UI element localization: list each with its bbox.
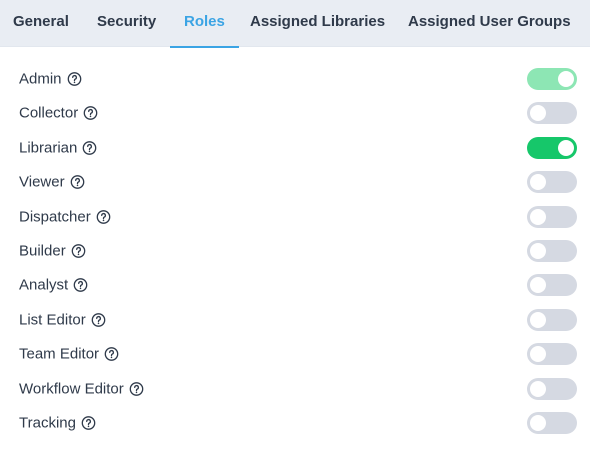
question-circle-icon[interactable]: [91, 312, 106, 327]
role-toggle-librarian[interactable]: [527, 136, 577, 159]
tab-label: Assigned Libraries: [250, 13, 386, 30]
tab-security[interactable]: Security: [97, 0, 156, 47]
role-name: Collector: [19, 104, 79, 122]
role-toggle-tracking[interactable]: [527, 412, 577, 434]
tab-label: Roles: [184, 13, 225, 30]
question-circle-icon[interactable]: [96, 209, 111, 224]
role-name: Dispatcher: [19, 208, 91, 226]
tab-general[interactable]: General: [13, 0, 69, 47]
role-row-collector: Collector: [0, 98, 590, 128]
toggle-knob: [530, 346, 546, 363]
role-name: Admin: [19, 70, 62, 88]
tab-label: Security: [97, 13, 157, 30]
role-row-librarian: Librarian: [0, 133, 590, 163]
toggle-knob: [530, 105, 546, 122]
role-name: Viewer: [19, 173, 65, 191]
role-name: Workflow Editor: [19, 380, 124, 398]
role-row-workflow-editor: Workflow Editor: [0, 374, 590, 404]
role-name: Tracking: [19, 414, 76, 432]
role-label-tracking: Tracking: [19, 415, 96, 432]
tab-bar: General Security Roles Assigned Librarie…: [0, 0, 590, 48]
role-label-analyst: Analyst: [19, 277, 88, 294]
role-label-collector: Collector: [19, 105, 98, 122]
role-row-tracking: Tracking: [0, 408, 590, 438]
role-toggle-builder[interactable]: [527, 240, 577, 262]
role-name: Builder: [19, 242, 66, 260]
role-name: Librarian: [19, 139, 78, 157]
question-circle-icon[interactable]: [82, 140, 97, 155]
question-circle-icon[interactable]: [129, 381, 144, 396]
question-circle-icon[interactable]: [83, 106, 98, 121]
role-row-dispatcher: Dispatcher: [0, 202, 590, 232]
tab-assigned-libraries[interactable]: Assigned Libraries: [250, 0, 385, 47]
role-toggle-analyst[interactable]: [527, 274, 577, 297]
role-toggle-dispatcher[interactable]: [527, 205, 577, 228]
role-row-viewer: Viewer: [0, 167, 590, 197]
role-label-workflow-editor: Workflow Editor: [19, 380, 144, 397]
tab-label: General: [13, 13, 69, 30]
role-toggle-list-editor[interactable]: [527, 308, 577, 331]
role-name: List Editor: [19, 311, 86, 329]
role-label-team-editor: Team Editor: [19, 346, 119, 363]
role-row-builder: Builder: [0, 236, 590, 266]
role-label-dispatcher: Dispatcher: [19, 208, 111, 225]
toggle-knob: [558, 139, 574, 156]
role-toggle-team-editor[interactable]: [527, 343, 577, 366]
toggle-knob: [530, 415, 546, 431]
toggle-knob: [530, 208, 546, 225]
role-name: Team Editor: [19, 345, 100, 363]
role-label-admin: Admin: [19, 71, 82, 88]
question-circle-icon[interactable]: [67, 72, 82, 87]
role-toggle-viewer[interactable]: [527, 171, 577, 194]
question-circle-icon[interactable]: [81, 416, 96, 431]
tab-roles[interactable]: Roles: [170, 0, 239, 48]
question-circle-icon[interactable]: [104, 347, 119, 362]
toggle-knob: [530, 243, 546, 259]
role-label-viewer: Viewer: [19, 174, 85, 191]
active-tab-indicator: [170, 46, 239, 48]
role-row-team-editor: Team Editor: [0, 339, 590, 369]
toggle-knob: [530, 277, 546, 294]
tab-assigned-user-groups[interactable]: Assigned User Groups: [408, 0, 571, 47]
role-row-list-editor: List Editor: [0, 305, 590, 335]
role-toggle-collector[interactable]: [527, 102, 577, 125]
toggle-knob: [530, 174, 546, 191]
role-name: Analyst: [19, 276, 69, 294]
question-circle-icon[interactable]: [73, 278, 88, 293]
question-circle-icon[interactable]: [71, 244, 86, 259]
role-row-analyst: Analyst: [0, 270, 590, 300]
role-label-librarian: Librarian: [19, 139, 97, 156]
tab-label: Assigned User Groups: [408, 13, 571, 30]
role-toggle-admin[interactable]: [527, 68, 577, 90]
role-label-list-editor: List Editor: [19, 311, 106, 328]
role-label-builder: Builder: [19, 243, 86, 260]
toggle-knob: [530, 380, 546, 397]
question-circle-icon[interactable]: [70, 175, 85, 190]
role-toggle-workflow-editor[interactable]: [527, 377, 577, 400]
role-row-admin: Admin: [0, 64, 590, 94]
toggle-knob: [530, 311, 546, 328]
toggle-knob: [558, 71, 574, 87]
